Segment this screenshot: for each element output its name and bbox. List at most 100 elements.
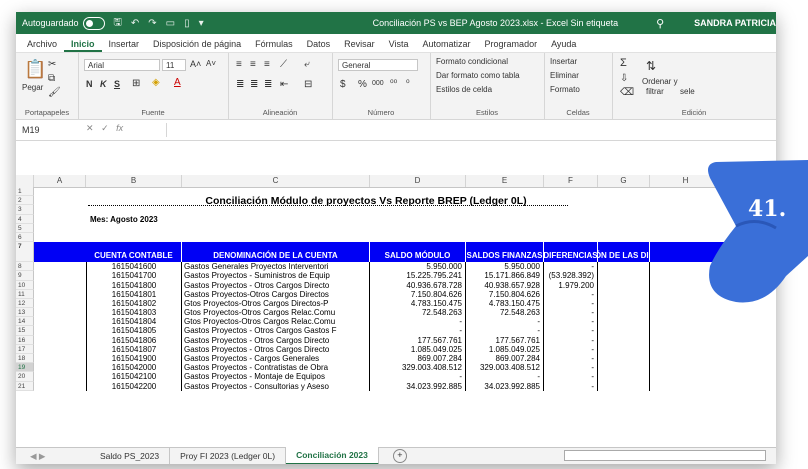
cell[interactable]: 1615041805 xyxy=(86,326,182,336)
cell[interactable]: Gastos Proyectos - Otros Cargos Directo xyxy=(182,280,370,290)
cell[interactable]: 869.007.284 xyxy=(466,354,544,364)
cell[interactable]: 1615041804 xyxy=(86,317,182,327)
number-format-select[interactable]: General xyxy=(338,59,418,71)
row-number[interactable]: 15 xyxy=(16,326,34,336)
sheet-tab-proy[interactable]: Proy FI 2023 (Ledger 0L) xyxy=(170,448,287,464)
row-number[interactable]: 14 xyxy=(16,317,34,327)
cell[interactable]: 34.023.992.885 xyxy=(466,381,544,391)
cell[interactable]: 869.007.284 xyxy=(370,354,466,364)
decrease-decimal-icon[interactable]: ⁰ xyxy=(406,78,410,89)
cell[interactable]: 1615041807 xyxy=(86,344,182,354)
ribbon-tab[interactable]: Insertar xyxy=(102,39,147,52)
font-color-icon[interactable]: A xyxy=(174,77,181,88)
open-icon[interactable]: ▭ xyxy=(166,18,175,29)
cell[interactable]: Gtos Proyectos-Otros Cargos Directos-P xyxy=(182,298,370,309)
ribbon-tab[interactable]: Automatizar xyxy=(416,39,478,52)
grow-font-icon[interactable]: A˄ xyxy=(190,59,201,69)
paste-button[interactable]: Pegar xyxy=(22,83,43,92)
cell[interactable]: - xyxy=(544,262,598,272)
borders-icon[interactable]: ⊞ xyxy=(132,78,140,89)
align-bottom-icon[interactable]: ≡ xyxy=(264,59,270,70)
ribbon-tab[interactable]: Revisar xyxy=(337,39,382,52)
merge-icon[interactable]: ⊟ xyxy=(304,79,312,90)
row-number[interactable]: 17 xyxy=(16,344,34,354)
undo-icon[interactable]: ↶ xyxy=(131,18,139,29)
cell[interactable]: Gastos Proyectos - Contratistas de Obra xyxy=(182,363,370,373)
cell[interactable]: 177.567.761 xyxy=(370,335,466,345)
cell[interactable]: - xyxy=(544,326,598,336)
conditional-format-button[interactable]: Formato condicional xyxy=(436,57,508,66)
paste-icon[interactable]: 📋 xyxy=(24,59,46,80)
function-icon[interactable]: fx xyxy=(116,123,123,133)
cell[interactable]: - xyxy=(544,372,598,382)
cell[interactable]: 1615041700 xyxy=(86,271,182,281)
wrap-text-icon[interactable]: ⤶ xyxy=(304,59,310,70)
filter-label[interactable]: filtrar xyxy=(646,87,664,96)
row-number[interactable]: 6 xyxy=(16,232,34,243)
format-painter-icon[interactable]: 🖌 xyxy=(48,87,61,98)
fill-icon[interactable]: ⇩ xyxy=(620,73,628,84)
table-format-button[interactable]: Dar formato como tabla xyxy=(436,71,520,80)
sheet-tab-conciliacion[interactable]: Conciliación 2023 xyxy=(286,447,379,464)
sort-label[interactable]: Ordenar y xyxy=(642,77,678,86)
cell[interactable]: 1615042100 xyxy=(86,372,182,382)
sheet-tab-saldo[interactable]: Saldo PS_2023 xyxy=(90,448,171,464)
ribbon-tab[interactable]: Archivo xyxy=(20,39,64,52)
autosum-icon[interactable]: Σ xyxy=(620,57,627,69)
cell[interactable]: 15.225.795.241 xyxy=(370,271,466,281)
cell[interactable]: 4.783.150.475 xyxy=(370,298,466,309)
column-header[interactable]: F xyxy=(544,175,598,187)
row-number[interactable]: 8 xyxy=(16,262,34,272)
select-all-corner[interactable] xyxy=(16,175,34,187)
cell[interactable] xyxy=(598,308,650,318)
row-number[interactable]: 7 xyxy=(16,242,34,263)
horizontal-scrollbar[interactable] xyxy=(564,450,766,461)
cell[interactable]: 1.085.049.025 xyxy=(370,344,466,354)
cell[interactable] xyxy=(598,317,650,327)
cell[interactable]: 72.548.263 xyxy=(370,308,466,318)
cell[interactable]: 1.979.200 xyxy=(544,280,598,290)
cell[interactable]: 1615041802 xyxy=(86,298,182,309)
column-header[interactable]: E xyxy=(466,175,544,187)
percent-button[interactable]: % xyxy=(358,79,367,90)
cell[interactable]: Gastos Proyectos - Otros Cargos Directo xyxy=(182,335,370,345)
cell[interactable]: - xyxy=(466,372,544,382)
cell[interactable]: - xyxy=(370,372,466,382)
cell[interactable]: 72.548.263 xyxy=(466,308,544,318)
row-number[interactable]: 1 xyxy=(16,187,34,197)
cell[interactable]: - xyxy=(466,317,544,327)
cell[interactable]: Gastos Generales Proyectos Interventori xyxy=(182,262,370,272)
cell[interactable]: 7.150.804.626 xyxy=(370,289,466,299)
cell[interactable]: - xyxy=(544,363,598,373)
currency-button[interactable]: $ xyxy=(340,79,346,90)
row-number[interactable]: 18 xyxy=(16,354,34,364)
align-right-icon[interactable]: ≣ xyxy=(264,79,272,90)
sheet-nav-arrows[interactable]: ◀ ▶ xyxy=(16,451,90,462)
cell[interactable]: - xyxy=(370,317,466,327)
cell[interactable]: Gastos Proyectos - Cargos Generales xyxy=(182,354,370,364)
cell[interactable]: - xyxy=(544,381,598,391)
new-file-icon[interactable]: ▯ xyxy=(184,18,190,29)
bold-button[interactable]: N xyxy=(86,79,93,89)
increase-decimal-icon[interactable]: ⁰⁰ xyxy=(390,78,397,89)
row-number[interactable]: 10 xyxy=(16,280,34,290)
ribbon-tab[interactable]: Ayuda xyxy=(544,39,583,52)
cell[interactable]: - xyxy=(544,298,598,309)
cell[interactable]: - xyxy=(544,335,598,345)
clear-icon[interactable]: ⌫ xyxy=(620,87,634,98)
cell[interactable]: 40.938.657.928 xyxy=(466,280,544,290)
fill-color-icon[interactable]: ◈ xyxy=(152,77,160,88)
font-size-select[interactable]: 11 xyxy=(162,59,186,71)
formula-input[interactable] xyxy=(166,123,770,137)
row-number[interactable]: 11 xyxy=(16,289,34,299)
cell[interactable]: 1615041600 xyxy=(86,262,182,272)
align-center-icon[interactable]: ≣ xyxy=(250,79,258,90)
cut-icon[interactable]: ✂ xyxy=(48,59,56,70)
redo-icon[interactable]: ↷ xyxy=(148,18,156,29)
cell[interactable]: 5.950.000 xyxy=(370,262,466,272)
ribbon-tab[interactable]: Fórmulas xyxy=(248,39,300,52)
delete-cells-button[interactable]: Eliminar xyxy=(550,71,579,80)
cell[interactable] xyxy=(598,344,650,354)
align-left-icon[interactable]: ≣ xyxy=(236,79,244,90)
cell[interactable]: 1615042200 xyxy=(86,381,182,391)
